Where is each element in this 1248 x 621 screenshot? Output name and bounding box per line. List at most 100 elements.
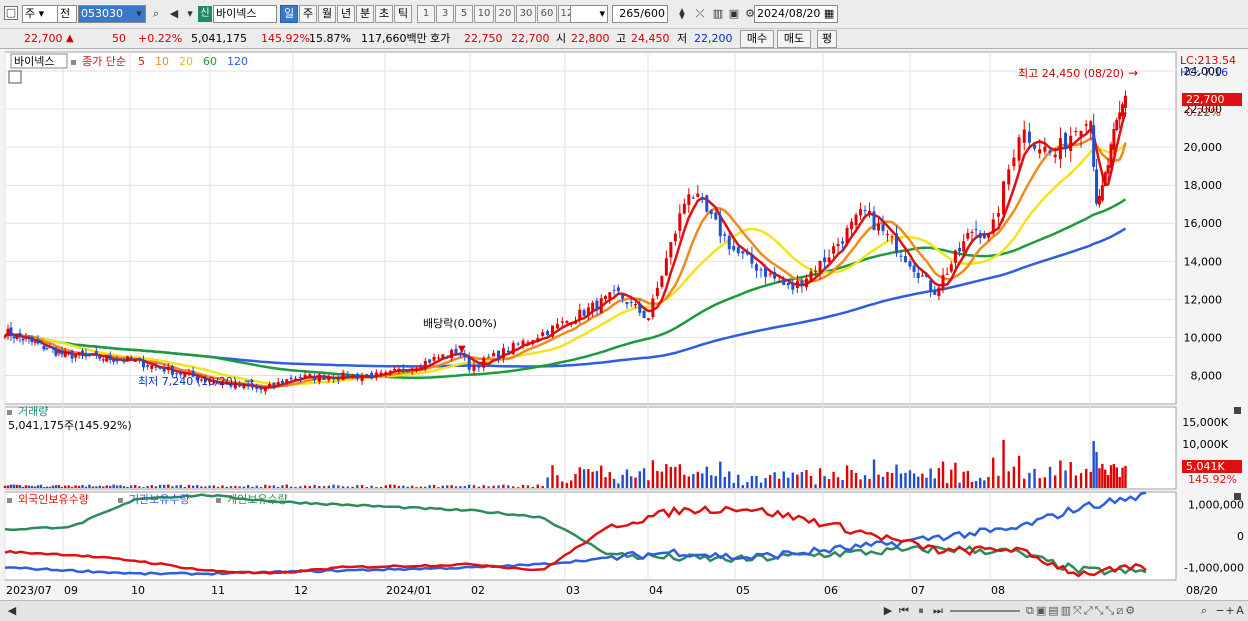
tab-3[interactable]: 년 [337,5,355,23]
candle-body [612,289,616,291]
stock-chart[interactable]: 24,00022,00020,00018,00016,00014,00012,0… [0,50,1248,600]
volume-bar [115,485,119,488]
stock-name-field[interactable]: 바이넥스 [213,5,277,23]
volume-bar [1121,467,1124,488]
first-page-icon[interactable]: ⏮ [896,603,912,619]
candle-body [313,376,317,380]
candle-body [360,376,364,381]
candle-body [827,257,831,263]
buy-button[interactable]: 매수 [740,30,774,48]
volume-bar [397,486,401,488]
minute-option-3[interactable]: 3 [436,5,454,23]
eval-button[interactable]: 평 [817,30,837,48]
volume-bar [179,484,182,488]
minute-option-1[interactable]: 1 [417,5,435,23]
minute-option-30[interactable]: 30 [516,5,536,23]
pause-icon[interactable]: ⏸ [913,603,929,619]
volume-bar [370,485,373,488]
scroll-left-icon[interactable]: ◀ [4,603,20,619]
volume-bar [48,486,52,488]
tab-4[interactable]: 분 [356,5,374,23]
layout-icon[interactable]: ▢ [4,6,18,20]
last-page-icon[interactable]: ⏭ [930,603,946,619]
candle-body [70,350,74,359]
chart-tools-icons[interactable]: ⧉▣▤▥⤧⤢⤡⤡⧄⚙ [1026,604,1196,618]
volume-bar [129,485,133,488]
dropdown-icon[interactable]: ▾ [182,6,198,22]
volume-bar [1048,466,1052,488]
low-price: 22,200 [694,32,733,45]
candle-body [187,372,191,374]
candle-body [1007,169,1011,185]
candle-body [718,215,722,237]
candle-body [1012,157,1016,167]
volume-bar [313,484,316,488]
minute-option-10[interactable]: 10 [474,5,494,23]
current-pct-tag-text: 0.22% [1186,106,1221,119]
bottom-scrollbar[interactable]: ◀ ▶ ⏮ ⏸ ⏭ ⧉▣▤▥⤧⤢⤡⤡⧄⚙ ⌕ − + A [0,600,1248,621]
volume-bar [6,485,10,488]
candle-body [1097,196,1101,205]
x-axis-label: 04 [649,584,663,597]
minute-option-5[interactable]: 5 [455,5,473,23]
candle-body [687,194,691,205]
volume-bar [1101,463,1104,488]
volume-bar [899,473,903,488]
candle-body [550,325,554,337]
volume-bar [1079,473,1083,488]
volume-bar [299,486,302,488]
tab-0[interactable]: 일 [280,5,298,23]
candle-body [974,229,978,231]
volume-bar [773,472,776,488]
period-select[interactable]: 주 ▾ [22,5,58,23]
volume-bar [212,485,216,488]
speaker-icon[interactable]: ◀ [166,6,182,22]
text-tool-icon[interactable]: A [1232,603,1248,619]
volume-bar [221,485,224,488]
volume-bar [979,477,982,488]
candle-body [578,309,582,320]
y-tick-label: 16,000 [1184,217,1223,230]
volume-bar [800,472,804,488]
candle-body [894,233,898,254]
volume-bar [126,486,129,488]
date-field[interactable]: 2024/08/20 ▦ [754,5,838,23]
candle-body [332,377,336,380]
volume-bar [1074,475,1078,488]
count-field[interactable]: 265/600 [612,5,668,23]
save-icon[interactable]: ▣ [726,6,742,22]
minute-select[interactable]: ▾ [570,5,608,23]
volume-bar [1118,476,1121,488]
zoom-slider[interactable] [950,610,1020,612]
candle-type-icon[interactable]: ⧫ [674,6,690,22]
volume-bar [921,473,924,488]
volume-bar [714,476,717,488]
prev-select[interactable]: 전 [57,5,77,23]
volume-bar [3,485,7,488]
volume-bar [945,483,949,488]
minute-option-60[interactable]: 60 [537,5,557,23]
volume-bar [723,476,726,488]
draw-tool-icon[interactable]: ⤫ [692,6,708,22]
tab-2[interactable]: 월 [318,5,336,23]
tab-6[interactable]: 틱 [394,5,412,23]
y-tick-label: 10,000 [1184,331,1223,344]
volume-bar [836,477,840,488]
calendar-icon[interactable]: ▦ [824,7,834,20]
tab-1[interactable]: 주 [299,5,317,23]
tab-5[interactable]: 초 [375,5,393,23]
sell-button[interactable]: 매도 [777,30,811,48]
ma-legend-5: 5 [138,55,145,68]
chart-tool-icon[interactable]: ▥ [710,6,726,22]
candle-body [1027,131,1031,143]
minute-option-20[interactable]: 20 [495,5,515,23]
candle-body [541,332,545,336]
candle-body [1043,146,1047,152]
dropdown-icon[interactable]: ▾ [131,6,147,22]
zoom-out-icon[interactable]: ⌕ [1196,603,1212,619]
scroll-right-icon[interactable]: ▶ [880,603,896,619]
candle-body [1079,130,1083,137]
volume-bar [895,464,898,488]
candle-body [782,279,786,285]
search-icon[interactable]: ⌕ [148,6,164,22]
